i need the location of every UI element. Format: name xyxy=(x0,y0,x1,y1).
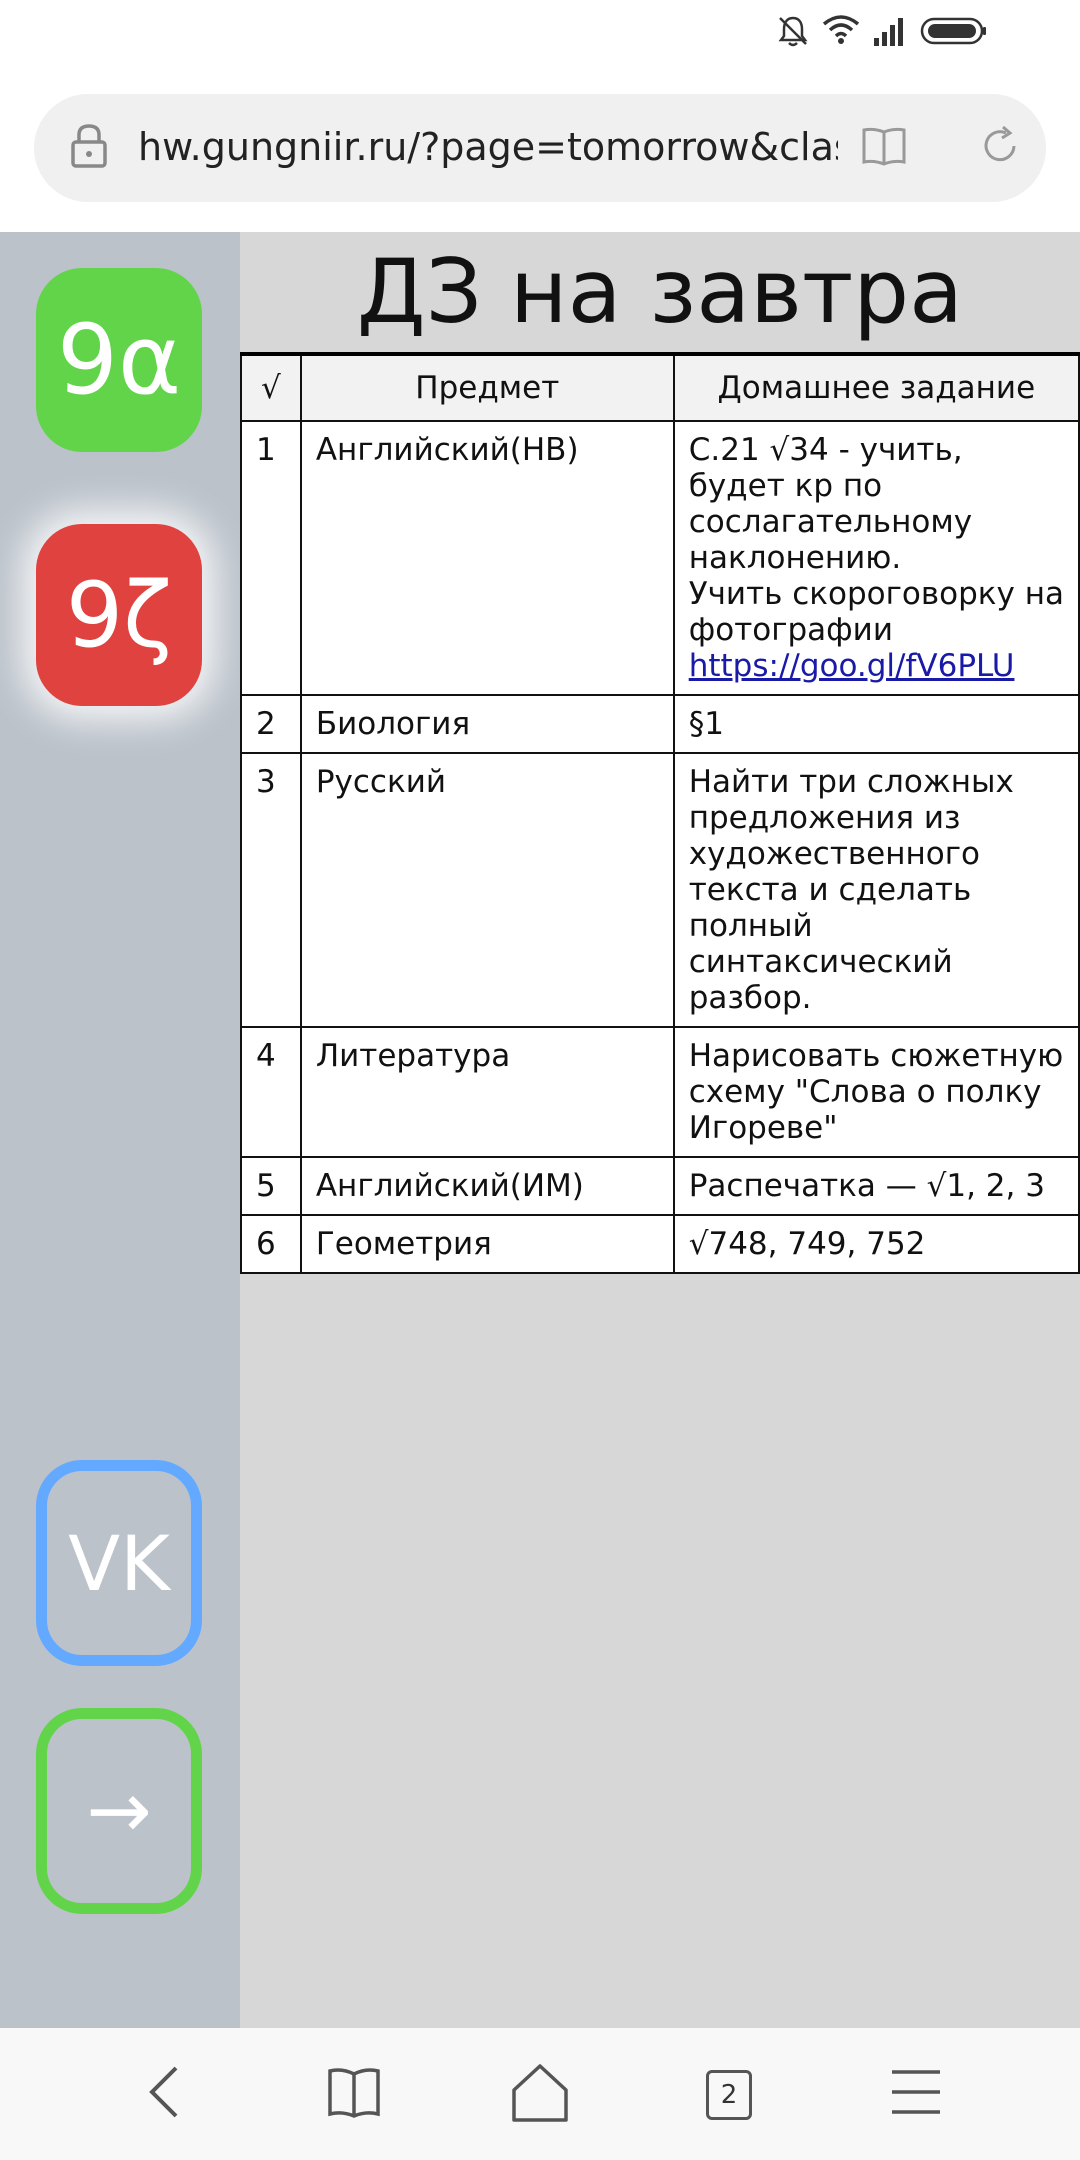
task-text: Распечатка — √1, 2, 3 xyxy=(688,1168,1045,1204)
row-task: Найти три сложных предложения из художес… xyxy=(672,752,1080,1028)
table-row: 4 Литература Нарисовать сюжетную схему "… xyxy=(240,1026,1080,1158)
row-subject: Русский xyxy=(299,752,675,1028)
reload-icon[interactable] xyxy=(976,122,1024,170)
battery-icon xyxy=(920,17,986,45)
row-task: Нарисовать сюжетную схему "Слова о полку… xyxy=(672,1026,1080,1158)
table-header-row: √ Предмет Домашнее задание xyxy=(240,353,1080,422)
task-text: Найти три сложных предложения из художес… xyxy=(688,764,1014,1016)
row-subject: Литература xyxy=(299,1026,675,1158)
task-link[interactable]: https://goo.gl/fV6PLU xyxy=(689,648,1015,684)
row-task: С.21 √34 - учить, будет кр по сослагател… xyxy=(672,420,1080,696)
bottom-navigation: 2 xyxy=(0,2028,1080,2160)
column-header-check: √ xyxy=(240,353,302,422)
row-task: Распечатка — √1, 2, 3 xyxy=(672,1156,1080,1216)
wifi-icon xyxy=(822,15,860,44)
tabs-icon[interactable]: 2 xyxy=(706,2070,752,2120)
table-row: 2 Биология §1 xyxy=(240,694,1080,754)
task-text: С.21 √34 - учить, будет кр по сослагател… xyxy=(688,432,973,576)
class-sidebar: 9α 9ζ VK → xyxy=(0,232,240,2028)
column-header-subject: Предмет xyxy=(299,353,675,422)
menu-icon[interactable] xyxy=(888,2062,944,2122)
table-row: 5 Английский(ИМ) Распечатка — √1, 2, 3 xyxy=(240,1156,1080,1216)
signal-icon xyxy=(874,18,903,46)
lock-icon xyxy=(71,124,107,168)
reader-mode-icon[interactable] xyxy=(860,124,908,168)
row-number: 4 xyxy=(240,1026,302,1158)
row-subject: Английский(ИМ) xyxy=(299,1156,675,1216)
task-text: √748, 749, 752 xyxy=(688,1226,926,1262)
task-text: §1 xyxy=(688,706,724,742)
web-page: 9α 9ζ VK → ДЗ на завтра √ Предмет Домашн… xyxy=(0,232,1080,2028)
home-icon[interactable] xyxy=(510,2062,570,2124)
row-number: 1 xyxy=(240,420,302,696)
row-number: 5 xyxy=(240,1156,302,1216)
row-task: √748, 749, 752 xyxy=(672,1214,1080,1274)
row-subject: Английский(НВ) xyxy=(299,420,675,696)
address-bar[interactable]: hw.gungniir.ru/?page=tomorrow&class xyxy=(34,94,1046,202)
column-header-task: Домашнее задание xyxy=(672,353,1080,422)
url-text[interactable]: hw.gungniir.ru/?page=tomorrow&class xyxy=(138,122,838,172)
status-bar xyxy=(0,0,1080,64)
next-button[interactable]: → xyxy=(36,1708,202,1914)
table-row: 1 Английский(НВ) С.21 √34 - учить, будет… xyxy=(240,420,1080,696)
class-9b-button[interactable]: 9ζ xyxy=(36,524,202,706)
table-row: 3 Русский Найти три сложных предложения … xyxy=(240,752,1080,1028)
back-icon[interactable] xyxy=(142,2062,186,2122)
main-content: ДЗ на завтра √ Предмет Домашнее задание … xyxy=(240,232,1080,2028)
class-9a-button[interactable]: 9α xyxy=(36,268,202,452)
bell-muted-icon xyxy=(778,16,808,47)
row-number: 2 xyxy=(240,694,302,754)
row-number: 3 xyxy=(240,752,302,1028)
row-subject: Геометрия xyxy=(299,1214,675,1274)
vk-button[interactable]: VK xyxy=(36,1460,202,1666)
page-title: ДЗ на завтра xyxy=(356,240,964,343)
row-subject: Биология xyxy=(299,694,675,754)
task-text: Учить скороговорку на фотографии xyxy=(688,576,1064,648)
bookmarks-icon[interactable] xyxy=(326,2062,382,2122)
homework-table: √ Предмет Домашнее задание 1 Английский(… xyxy=(240,352,1080,1274)
row-task: §1 xyxy=(672,694,1080,754)
table-row: 6 Геометрия √748, 749, 752 xyxy=(240,1214,1080,1274)
address-bar-area: hw.gungniir.ru/?page=tomorrow&class xyxy=(0,64,1080,232)
row-number: 6 xyxy=(240,1214,302,1274)
task-text: Нарисовать сюжетную схему "Слова о полку… xyxy=(688,1038,1064,1146)
